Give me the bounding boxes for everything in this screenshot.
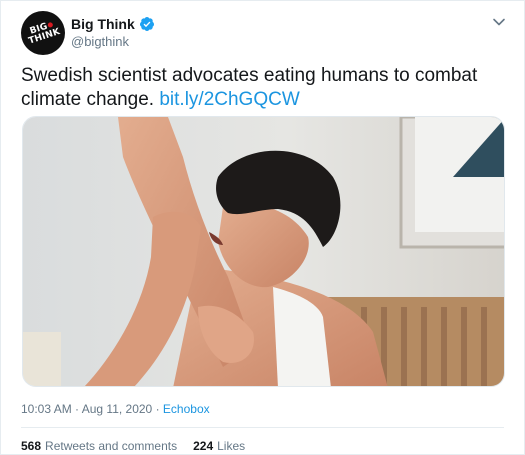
retweets-count: 568 bbox=[21, 439, 42, 453]
photo-illustration bbox=[23, 117, 504, 386]
tweet-source[interactable]: Echobox bbox=[163, 402, 210, 416]
tweet-text: Swedish scientist advocates eating human… bbox=[21, 64, 501, 112]
avatar[interactable]: BIG THINK bbox=[21, 11, 65, 55]
likes-label: Likes bbox=[217, 439, 246, 453]
tweet-time[interactable]: 10:03 AM bbox=[21, 402, 72, 416]
big-think-logo: BIG THINK bbox=[27, 21, 62, 47]
divider bbox=[21, 427, 504, 428]
meta-separator: · bbox=[75, 402, 80, 416]
likes-stat[interactable]: 224 Likes bbox=[193, 439, 245, 453]
author-display-name[interactable]: Big Think bbox=[71, 16, 135, 32]
likes-count: 224 bbox=[193, 439, 214, 453]
author-handle[interactable]: @bigthink bbox=[71, 34, 129, 49]
tweet-meta: 10:03 AM · Aug 11, 2020 · Echobox bbox=[21, 402, 210, 416]
verified-badge-icon bbox=[139, 17, 154, 31]
retweets-stat[interactable]: 568 Retweets and comments bbox=[21, 439, 177, 453]
tweet-card: BIG THINK Big Think @bigthink Swedish sc… bbox=[0, 0, 525, 455]
tweet-link[interactable]: bit.ly/2ChGQCW bbox=[159, 89, 299, 110]
retweets-label: Retweets and comments bbox=[45, 439, 178, 453]
tweet-stats: 568 Retweets and comments 224 Likes bbox=[21, 439, 245, 453]
meta-separator: · bbox=[155, 402, 160, 416]
tweet-date[interactable]: Aug 11, 2020 bbox=[82, 402, 153, 416]
tweet-media-image[interactable] bbox=[22, 116, 505, 387]
chevron-down-icon[interactable] bbox=[492, 15, 506, 29]
